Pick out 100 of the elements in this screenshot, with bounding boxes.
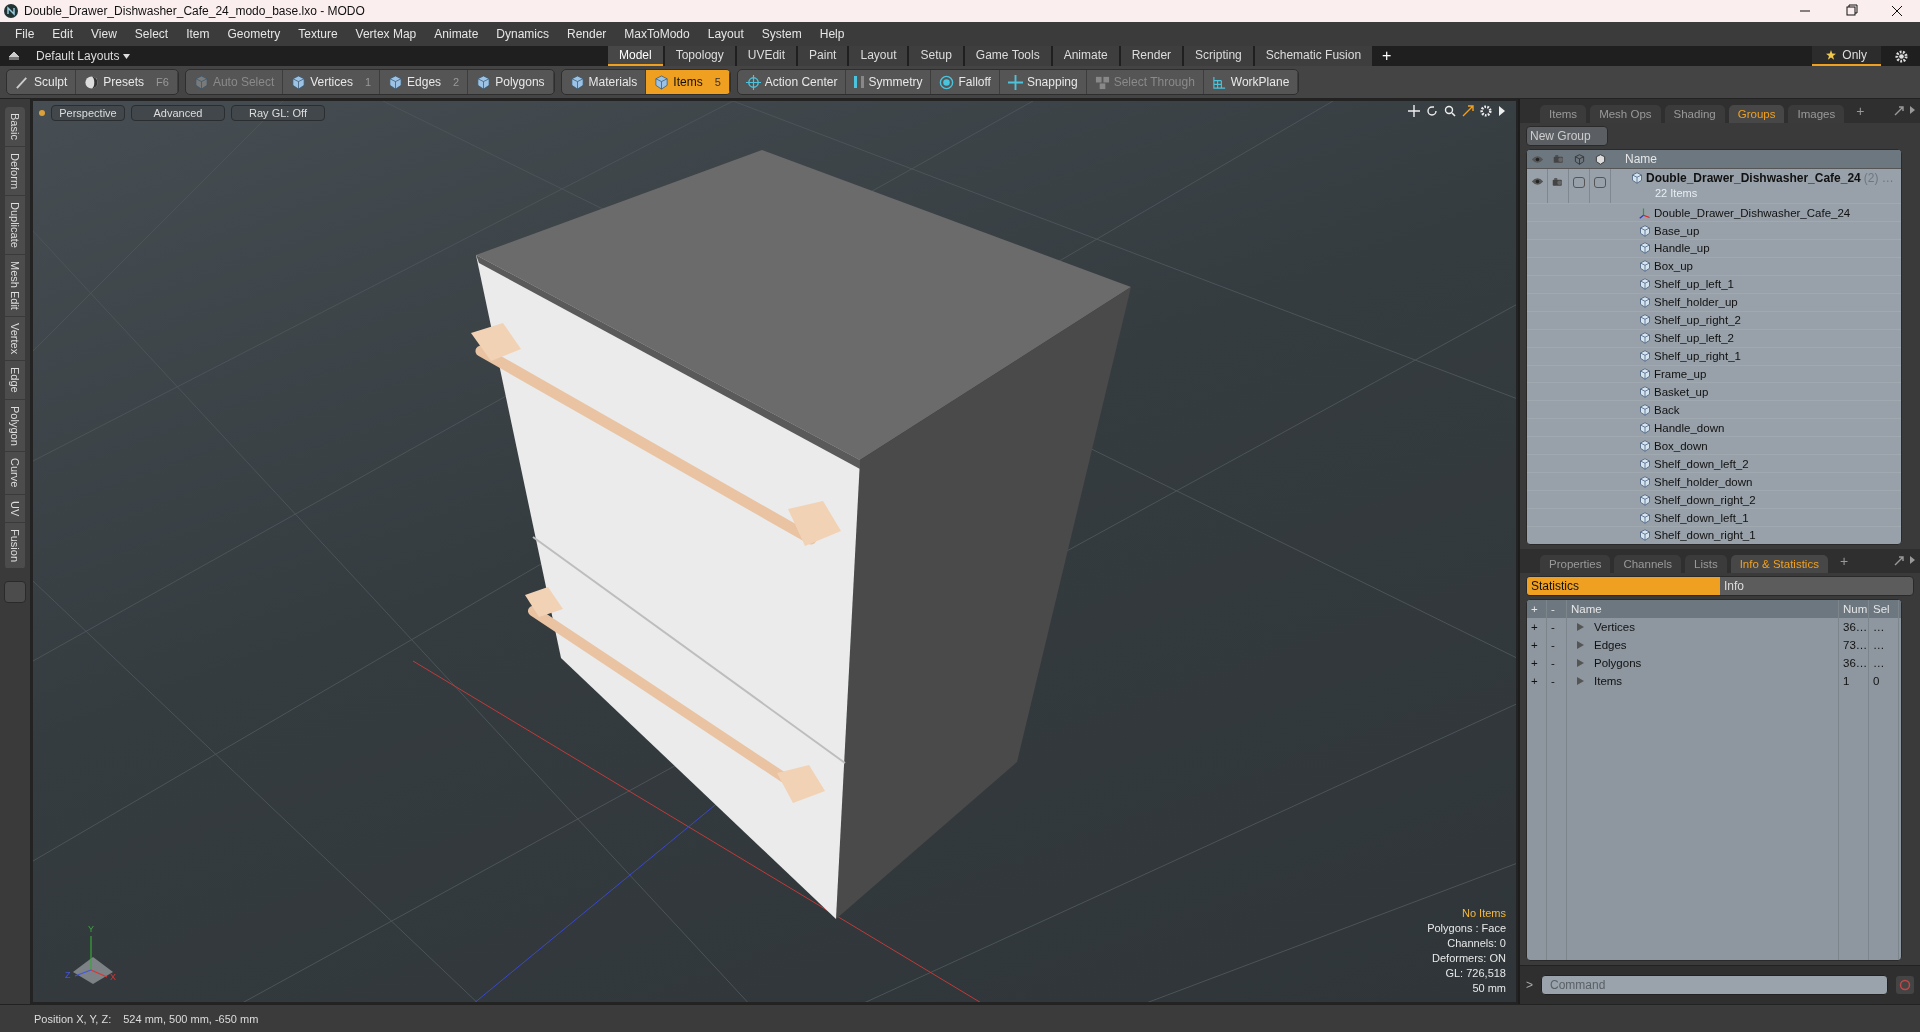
tool-button[interactable]: Action Center [737, 70, 847, 94]
side-tab[interactable]: Deform [5, 146, 25, 196]
panel-tab[interactable]: Properties [1540, 555, 1611, 573]
tree-item[interactable]: Shelf_down_left_1 [1654, 511, 1749, 524]
side-tab[interactable]: UV [5, 494, 25, 524]
tree-item[interactable]: Box_up [1654, 260, 1693, 273]
camera-icon[interactable] [1552, 154, 1565, 164]
panel-tab[interactable]: Lists [1685, 555, 1727, 573]
move-icon[interactable] [1408, 105, 1420, 117]
side-tab[interactable]: Fusion [5, 523, 25, 570]
menu-item[interactable]: System [752, 27, 811, 41]
layout-tab[interactable]: Scripting [1184, 46, 1253, 66]
panel-tab[interactable]: Shading [1664, 105, 1725, 123]
tree-item[interactable]: Shelf_down_right_2 [1654, 493, 1756, 506]
expand-icon[interactable] [1894, 554, 1916, 566]
settings-icon[interactable] [1480, 105, 1492, 117]
add-button[interactable]: + [1527, 636, 1547, 654]
menu-item[interactable]: Dynamics [487, 27, 558, 41]
layout-tab[interactable]: Topology [664, 46, 735, 66]
tool-button[interactable]: Presets F6 [76, 70, 178, 94]
tree-item[interactable]: Basket_up [1654, 385, 1709, 398]
tool-button[interactable]: Vertices 1 [283, 70, 381, 94]
sub-tab[interactable]: Statistics [1527, 577, 1720, 595]
viewport-button[interactable]: Advanced [131, 105, 225, 121]
menu-item[interactable]: Item [177, 27, 219, 41]
tree-item[interactable]: Handle_down [1654, 421, 1725, 434]
tool-button[interactable]: Symmetry [846, 70, 932, 94]
arrow-icon[interactable] [1498, 105, 1506, 117]
menu-item[interactable]: File [6, 27, 44, 41]
tree-item[interactable]: Handle_up [1654, 242, 1710, 255]
layout-tab[interactable]: Layout [849, 46, 908, 66]
viewport-button[interactable]: Perspective [51, 105, 125, 121]
tool-button[interactable]: Edges 2 [380, 70, 469, 94]
layout-tab[interactable]: Game Tools [964, 46, 1051, 66]
search-icon[interactable] [1444, 105, 1456, 117]
rotate-icon[interactable] [1426, 105, 1438, 117]
panel-tab[interactable]: Images [1788, 105, 1845, 123]
remove-button[interactable]: - [1547, 672, 1567, 690]
tool-button[interactable]: Falloff [931, 70, 1000, 94]
cube-icon[interactable] [1595, 153, 1606, 165]
tree-item[interactable]: Base_up [1654, 224, 1700, 237]
cube-outline-icon[interactable] [1574, 153, 1585, 165]
panel-tab[interactable]: Info & Statistics [1730, 555, 1828, 573]
menu-item[interactable]: Layout [698, 27, 753, 41]
expand-arrow-icon[interactable] [1577, 641, 1584, 649]
menu-item[interactable]: Render [558, 27, 616, 41]
panel-tab[interactable]: Items [1540, 105, 1587, 123]
menu-item[interactable]: Geometry [218, 27, 290, 41]
side-tab[interactable]: Curve [5, 452, 25, 495]
menu-item[interactable]: Vertex Map [346, 27, 426, 41]
checkbox[interactable] [1594, 177, 1606, 188]
layout-tab[interactable]: Model [608, 46, 663, 66]
checkbox[interactable] [1573, 177, 1585, 188]
new-group-button[interactable]: New Group [1526, 126, 1608, 146]
tool-button[interactable]: Sculpt [7, 70, 77, 94]
tool-button[interactable]: WorkPlane [1203, 70, 1299, 94]
tree-item[interactable]: Shelf_up_right_1 [1654, 350, 1741, 363]
menu-item[interactable]: Select [125, 27, 178, 41]
tree-item[interactable]: Double_Drawer_Dishwasher_Cafe_24 [1654, 206, 1851, 219]
side-tab[interactable]: Duplicate [5, 195, 25, 255]
group-name[interactable]: Double_Drawer_Dishwasher_Cafe_24 [1646, 171, 1861, 185]
panel-tab[interactable]: Groups [1728, 105, 1785, 123]
tree-item[interactable]: Box_down [1654, 439, 1708, 452]
panel-tab[interactable]: Mesh Ops [1590, 105, 1661, 123]
eye-icon[interactable] [1530, 177, 1544, 186]
menu-item[interactable]: Animate [425, 27, 488, 41]
tool-button[interactable]: Snapping [999, 70, 1087, 94]
tree-item[interactable]: Frame_up [1654, 368, 1707, 380]
tool-button[interactable]: Polygons [468, 70, 554, 94]
tree-item[interactable]: Shelf_down_right_1 [1654, 529, 1756, 542]
tool-button[interactable]: Items 5 [646, 70, 730, 94]
side-tab[interactable]: Vertex [5, 316, 25, 361]
layout-tab[interactable]: UVEdit [736, 46, 797, 66]
only-button[interactable]: Only [1812, 46, 1881, 66]
menu-item[interactable]: Help [810, 27, 854, 41]
remove-button[interactable]: - [1547, 654, 1567, 672]
tree-item[interactable]: Shelf_up_right_2 [1654, 314, 1741, 327]
add-tab-button[interactable]: + [1831, 553, 1857, 569]
layout-tab[interactable]: Render [1120, 46, 1183, 66]
viewport-button[interactable]: Ray GL: Off [231, 105, 325, 121]
settings-icon[interactable] [1895, 49, 1908, 63]
maximize-icon[interactable] [1462, 105, 1474, 117]
camera-icon[interactable] [1552, 177, 1564, 187]
tree-item[interactable]: Shelf_holder_down [1654, 475, 1753, 488]
sub-tab[interactable]: Info [1720, 577, 1913, 595]
layout-tab[interactable]: Setup [909, 46, 963, 66]
panel-tab[interactable]: Channels [1614, 555, 1681, 573]
expand-arrow-icon[interactable] [1577, 677, 1584, 685]
layout-tab[interactable]: Animate [1052, 46, 1119, 66]
tree-item[interactable]: Shelf_up_left_1 [1654, 278, 1734, 291]
side-tab[interactable]: Edge [5, 360, 25, 400]
add-button[interactable]: + [1527, 618, 1547, 636]
tree-item[interactable]: Shelf_down_left_2 [1654, 457, 1749, 470]
add-tab-button[interactable]: + [1848, 103, 1873, 119]
expand-icon[interactable] [1894, 104, 1916, 116]
remove-button[interactable]: - [1547, 618, 1567, 636]
side-tab[interactable]: Basic [5, 107, 25, 147]
add-button[interactable]: + [1527, 672, 1547, 690]
record-button[interactable] [1896, 976, 1914, 994]
add-tab-button[interactable]: + [1374, 46, 1400, 66]
